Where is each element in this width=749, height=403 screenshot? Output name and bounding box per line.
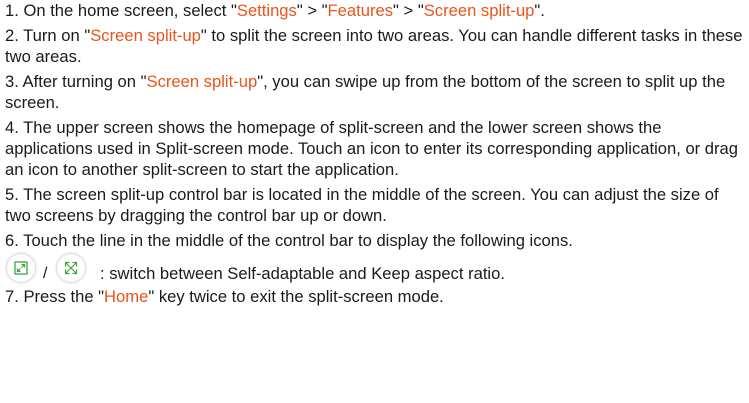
keep-aspect-ratio-icon — [57, 254, 85, 282]
screen-split-up-term: Screen split-up — [423, 1, 535, 20]
self-adaptable-icon — [7, 254, 35, 282]
icon-separator: / — [43, 265, 48, 282]
step-4: 4. The upper screen shows the homepage o… — [5, 118, 739, 179]
screen-split-up-term: Screen split-up — [146, 72, 258, 91]
features-term: Features — [327, 1, 394, 20]
icons-description: : switch between Self-adaptable and Keep… — [100, 264, 505, 283]
settings-term: Settings — [236, 1, 297, 20]
home-key-term: Home — [104, 287, 149, 306]
step-5: 5. The screen split-up control bar is lo… — [5, 185, 719, 225]
step-6: 6. Touch the line in the middle of the c… — [5, 231, 573, 250]
step-3: 3. After turning on "Screen split-up", y… — [5, 72, 726, 112]
screen-split-up-term: Screen split-up — [90, 26, 201, 45]
instructions-document: 1. On the home screen, select "Settings"… — [5, 0, 745, 307]
step-7: 7. Press the "Home" key twice to exit th… — [5, 287, 444, 306]
icons-row: / : switch between Self-adaptable and Ke… — [5, 253, 745, 286]
step-2: 2. Turn on "Screen split-up" to split th… — [5, 26, 743, 66]
step-1: 1. On the home screen, select "Settings"… — [5, 1, 545, 20]
